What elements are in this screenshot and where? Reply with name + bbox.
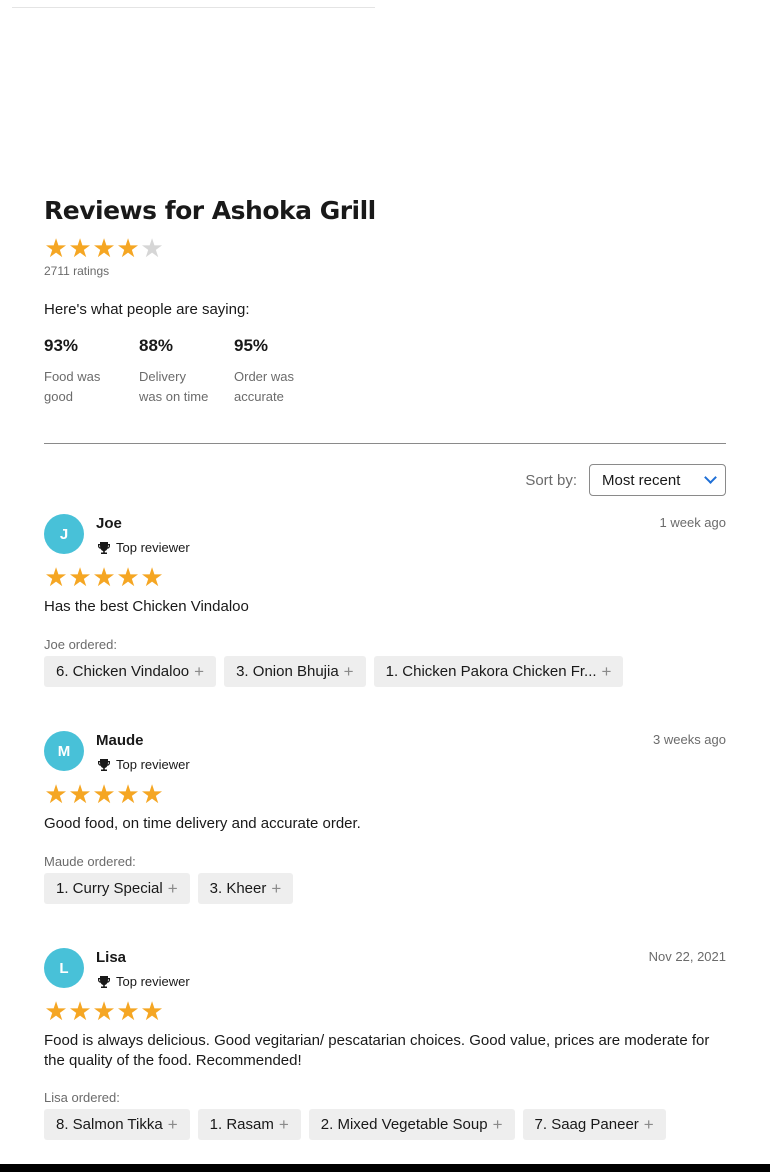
reviewer-name[interactable]: Lisa: [96, 949, 126, 966]
review-date: 3 weeks ago: [653, 732, 726, 747]
star-icon: ★: [92, 996, 116, 1026]
badge-label: Top reviewer: [116, 540, 190, 555]
plus-icon: +: [643, 1114, 654, 1134]
ordered-label: Lisa ordered:: [44, 1090, 120, 1105]
reviews-summary: Reviews for Ashoka Grill ★ ★ ★ ★ ★ 2711 …: [44, 196, 726, 407]
reviewer-name[interactable]: Maude: [96, 732, 144, 749]
stat-label: Delivery was on time: [139, 369, 209, 404]
stat-value: 93%: [44, 336, 79, 355]
review-text: Good food, on time delivery and accurate…: [44, 815, 361, 832]
overall-star-rating: ★ ★ ★ ★ ★: [44, 235, 726, 261]
plus-icon: +: [601, 661, 612, 681]
review-text: Food is always delicious. Good vegitaria…: [44, 1032, 710, 1069]
stat-value: 88%: [139, 336, 174, 355]
chevron-down-icon: [704, 471, 717, 484]
review-date: 1 week ago: [659, 515, 727, 530]
plus-icon: +: [343, 661, 354, 681]
plus-icon: +: [492, 1114, 503, 1134]
star-icon: ★: [116, 996, 140, 1026]
trophy-icon: [98, 758, 110, 771]
review-star-rating: ★ ★ ★ ★ ★: [44, 781, 164, 807]
ordered-item-chip[interactable]: 2. Mixed Vegetable Soup +: [308, 1109, 515, 1140]
star-icon: ★: [68, 562, 92, 592]
star-icon: ★: [68, 779, 92, 809]
star-icon: ★: [44, 233, 68, 263]
top-divider: [12, 7, 375, 8]
bottom-bar: [0, 1164, 770, 1172]
ordered-item-chip[interactable]: 7. Saag Paneer +: [522, 1109, 666, 1140]
sort-control: Sort by: Most recent: [525, 464, 726, 496]
avatar: J: [44, 514, 84, 554]
star-icon: ★: [116, 779, 140, 809]
top-reviewer-badge: Top reviewer: [97, 974, 190, 989]
ordered-item-chip[interactable]: 1. Chicken Pakora Chicken Fr... +: [373, 656, 624, 687]
star-icon: ★: [92, 779, 116, 809]
star-icon: ★: [116, 562, 140, 592]
star-icon: ★: [68, 996, 92, 1026]
plus-icon: +: [167, 1114, 178, 1134]
sort-select[interactable]: Most recent: [589, 464, 726, 496]
stat-label: Order was accurate: [234, 369, 294, 404]
page-title: Reviews for Ashoka Grill: [44, 196, 376, 225]
review-star-rating: ★ ★ ★ ★ ★: [44, 564, 164, 590]
ordered-label: Joe ordered:: [44, 637, 117, 652]
stat-label: Food was good: [44, 369, 101, 404]
star-icon: ★: [140, 996, 164, 1026]
star-icon: ★: [44, 996, 68, 1026]
plus-icon: +: [278, 1114, 289, 1134]
star-icon: ★: [140, 562, 164, 592]
stat-food-good: 93% Food was good: [44, 336, 139, 407]
review-date: Nov 22, 2021: [648, 949, 726, 964]
star-icon: ★: [68, 233, 92, 263]
ratings-count: 2711 ratings: [44, 264, 110, 278]
ordered-label: Maude ordered:: [44, 854, 136, 869]
saying-heading: Here's what people are saying:: [44, 301, 250, 318]
star-icon: ★: [140, 779, 164, 809]
stats-row: 93% Food was good 88% Delivery was on time…: [44, 336, 726, 407]
trophy-icon: [98, 541, 110, 554]
ordered-item-chip[interactable]: 3. Onion Bhujia +: [224, 656, 366, 687]
stat-order-accurate: 95% Order was accurate: [234, 336, 329, 407]
stat-value: 95%: [234, 336, 269, 355]
ordered-item-chip[interactable]: 8. Salmon Tikka +: [44, 1109, 190, 1140]
section-divider: [44, 443, 726, 444]
review-star-rating: ★ ★ ★ ★ ★: [44, 998, 164, 1024]
review-text: Has the best Chicken Vindaloo: [44, 598, 249, 615]
ordered-item-chip[interactable]: 3. Kheer +: [197, 873, 294, 904]
stat-delivery-on-time: 88% Delivery was on time: [139, 336, 234, 407]
star-icon: ★: [44, 779, 68, 809]
ordered-item-chip[interactable]: 1. Rasam +: [197, 1109, 301, 1140]
trophy-icon: [98, 975, 110, 988]
plus-icon: +: [194, 661, 205, 681]
reviewer-name[interactable]: Joe: [96, 515, 122, 532]
avatar: L: [44, 948, 84, 988]
ordered-items: 1. Curry Special + 3. Kheer +: [44, 873, 294, 904]
star-icon: ★: [44, 562, 68, 592]
ordered-items: 8. Salmon Tikka + 1. Rasam + 2. Mixed Vege…: [44, 1109, 666, 1140]
plus-icon: +: [271, 878, 282, 898]
badge-label: Top reviewer: [116, 757, 190, 772]
star-icon: ★: [116, 233, 140, 263]
ordered-items: 6. Chicken Vindaloo + 3. Onion Bhujia + 1.…: [44, 656, 624, 687]
star-icon: ★: [92, 233, 116, 263]
top-reviewer-badge: Top reviewer: [97, 540, 190, 555]
top-reviewer-badge: Top reviewer: [97, 757, 190, 772]
badge-label: Top reviewer: [116, 974, 190, 989]
sort-label: Sort by:: [525, 471, 577, 489]
ordered-item-chip[interactable]: 1. Curry Special +: [44, 873, 190, 904]
sort-selected-value: Most recent: [602, 471, 681, 489]
ordered-item-chip[interactable]: 6. Chicken Vindaloo +: [44, 656, 217, 687]
star-empty-icon: ★: [140, 233, 164, 263]
star-icon: ★: [92, 562, 116, 592]
avatar: M: [44, 731, 84, 771]
plus-icon: +: [167, 878, 178, 898]
